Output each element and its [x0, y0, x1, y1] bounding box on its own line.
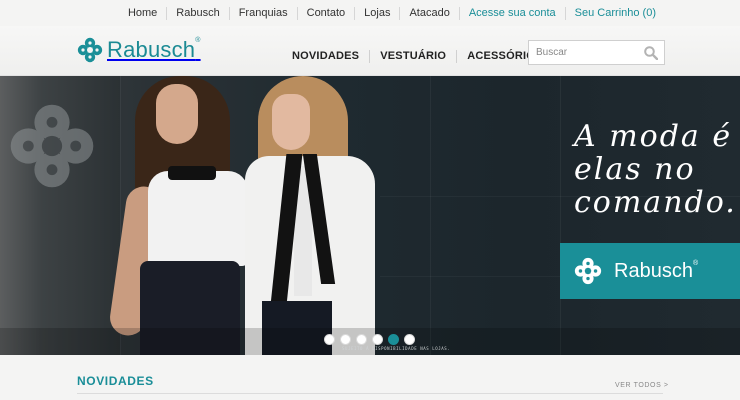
slider-dot-6[interactable]	[404, 334, 415, 345]
top-link-contato[interactable]: Contato	[296, 7, 355, 20]
top-links: Home Rabusch Franquias Contato Lojas Ata…	[119, 7, 665, 20]
hero-disclaimer: SUJEITO À DISPONIBILIDADE NAS LOJAS.	[342, 346, 451, 351]
slider-dot-1[interactable]	[324, 334, 335, 345]
search-icon[interactable]	[644, 46, 658, 60]
top-link-atacado[interactable]: Atacado	[399, 7, 458, 20]
see-all-link[interactable]: VER TODOS >	[615, 382, 669, 389]
top-link-rabusch[interactable]: Rabusch	[166, 7, 228, 20]
hero-headline-line: elas no	[574, 152, 696, 187]
hero-headline: A moda é elas no comando.	[574, 120, 737, 219]
hero-wall-seam	[560, 76, 561, 355]
top-utility-bar: Home Rabusch Franquias Contato Lojas Ata…	[0, 0, 740, 26]
hero-brand-box: Rabusch®	[560, 243, 740, 299]
section-divider	[77, 393, 663, 394]
flower-logo-icon	[77, 37, 103, 63]
search-input[interactable]	[529, 41, 637, 64]
top-link-franquias[interactable]: Franquias	[228, 7, 297, 20]
nav-novidades[interactable]: NOVIDADES	[284, 50, 369, 63]
nav-vestuario[interactable]: VESTUÁRIO	[369, 50, 456, 63]
hero-flower-watermark-icon	[10, 104, 94, 188]
slider-dots	[324, 334, 420, 345]
account-link[interactable]: Acesse sua conta	[458, 7, 565, 20]
site-header: Rabusch® NOVIDADES VESTUÁRIO ACESSÓRIOS	[0, 26, 740, 76]
slider-dot-2[interactable]	[340, 334, 351, 345]
slider-dot-3[interactable]	[356, 334, 367, 345]
search-box	[528, 40, 665, 65]
hero-headline-line: A moda é	[574, 119, 733, 154]
main-nav: NOVIDADES VESTUÁRIO ACESSÓRIOS	[284, 50, 553, 63]
hero-banner[interactable]: A moda é elas no comando. Rabusch® SUJEI…	[0, 76, 740, 355]
slider-dot-5-active[interactable]	[388, 334, 399, 345]
top-link-lojas[interactable]: Lojas	[354, 7, 399, 20]
section-title-novidades: NOVIDADES	[77, 374, 154, 388]
slider-dot-4[interactable]	[372, 334, 383, 345]
top-link-home[interactable]: Home	[119, 7, 166, 20]
site-logo[interactable]: Rabusch®	[77, 37, 201, 63]
hero-headline-line: comando.	[574, 185, 737, 220]
logo-wordmark: Rabusch®	[107, 37, 201, 62]
flower-logo-icon	[574, 257, 602, 285]
cart-link[interactable]: Seu Carrinho (0)	[564, 7, 665, 20]
hero-wall-seam	[430, 76, 431, 355]
hero-brand-text: Rabusch®	[614, 259, 699, 282]
